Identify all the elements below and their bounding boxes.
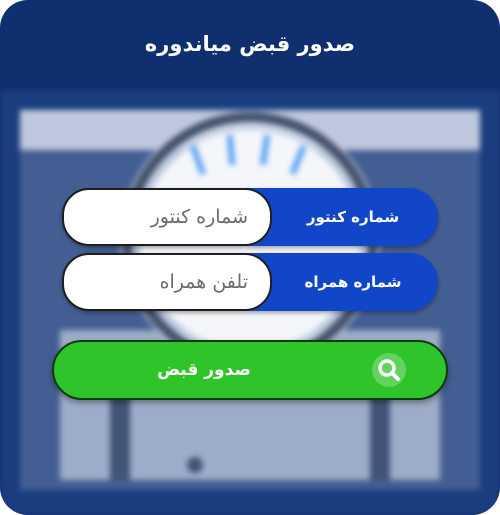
phone-number-input[interactable]: تلفن همراه: [62, 253, 272, 311]
meter-number-row: شماره کنتور شماره کنتور: [62, 188, 438, 246]
page-title: صدور قبض میاندوره: [144, 32, 356, 56]
meter-number-label: شماره کنتور: [306, 208, 400, 226]
search-icon: [372, 353, 406, 387]
meter-number-input[interactable]: شماره کنتور: [62, 188, 272, 246]
bill-issue-card: صدور قبض میاندوره شماره کنتور شماره کنتو…: [0, 0, 500, 515]
phone-number-placeholder: تلفن همراه: [159, 271, 248, 293]
meter-number-placeholder: شماره کنتور: [150, 206, 248, 228]
issue-bill-button[interactable]: صدور قبض: [52, 340, 448, 400]
issue-bill-button-label: صدور قبض: [157, 360, 251, 380]
phone-number-row: شماره همراه تلفن همراه: [62, 253, 438, 311]
phone-number-label: شماره همراه: [304, 273, 402, 291]
